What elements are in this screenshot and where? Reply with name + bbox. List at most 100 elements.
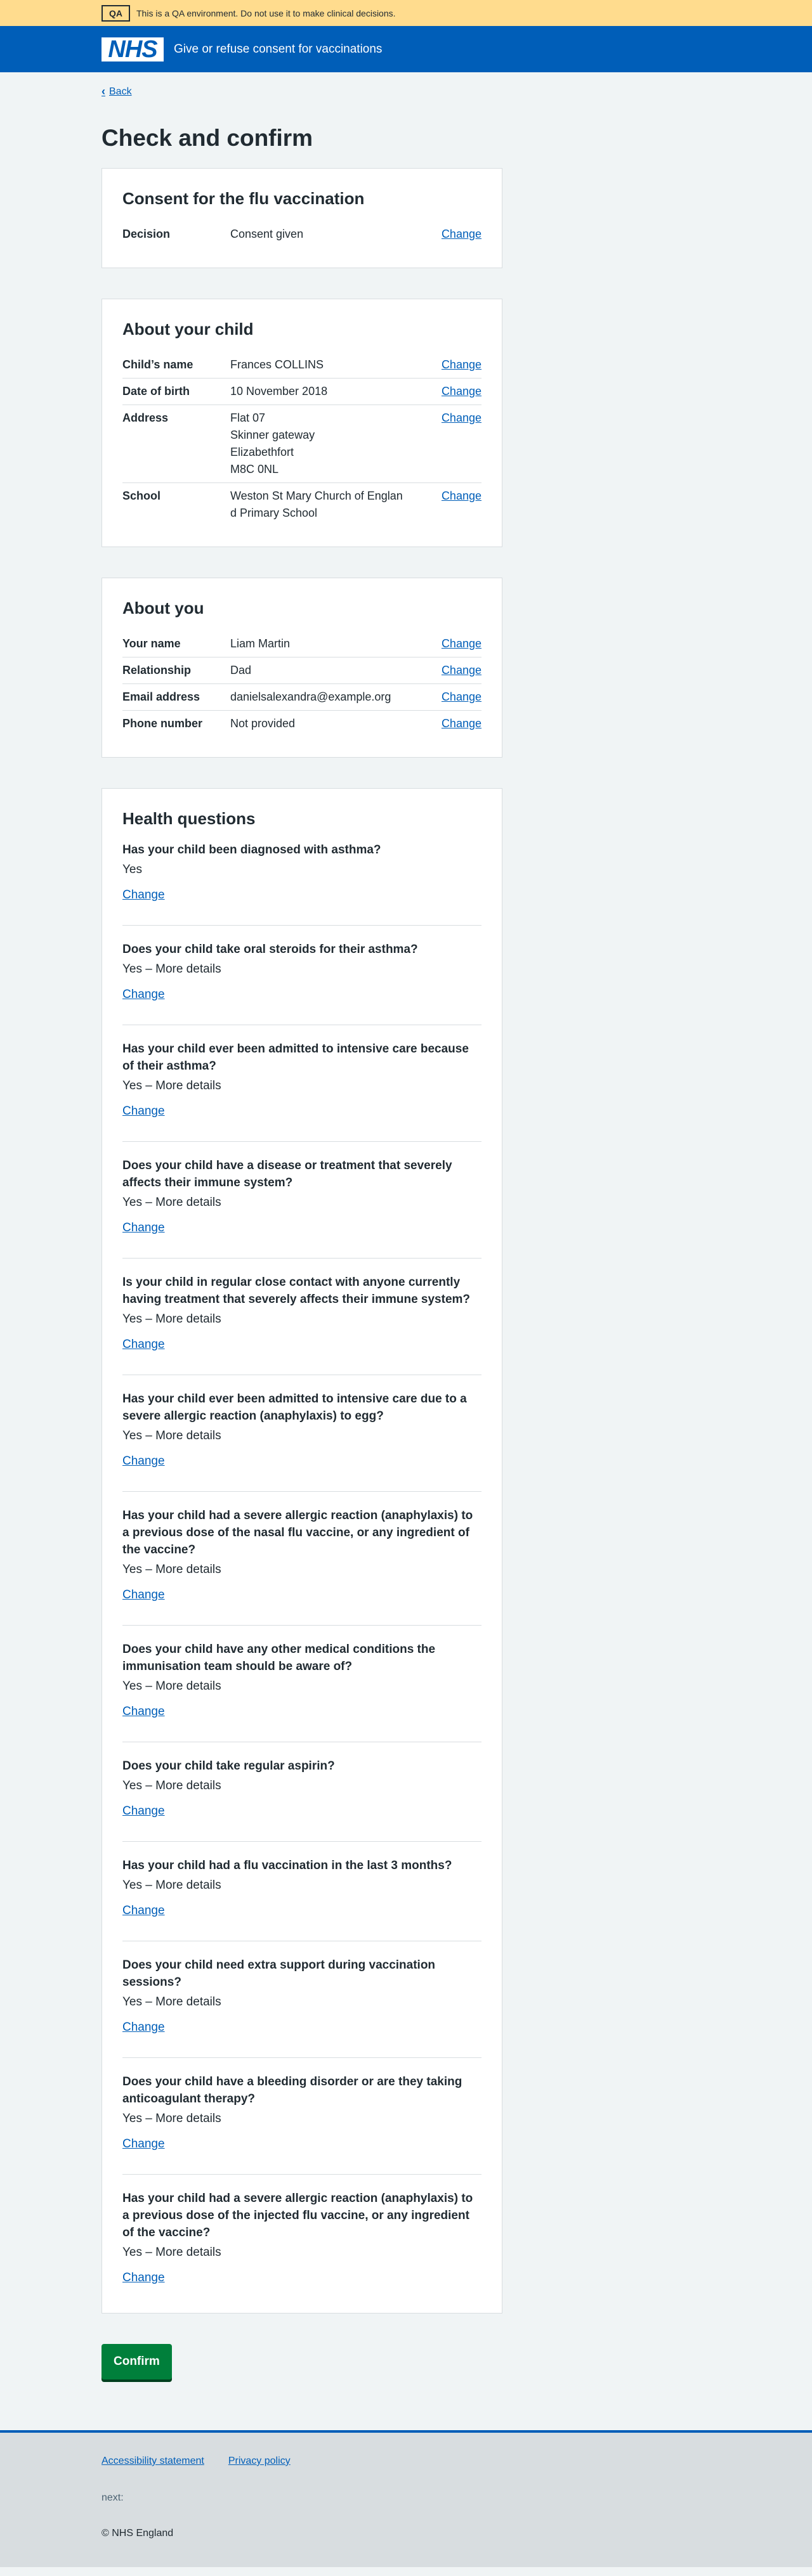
consent-card-title: Consent for the flu vaccination <box>122 189 365 208</box>
health-question-text: Does your child take oral steroids for t… <box>122 943 418 956</box>
health-question-answer: Yes – More details <box>122 1196 221 1209</box>
health-questions-card: Health questions Has your child been dia… <box>102 788 502 2314</box>
change-link[interactable]: Change <box>442 385 481 398</box>
summary-key: Email address <box>122 690 200 703</box>
summary-value: danielsalexandra@example.org <box>230 689 419 706</box>
health-question-answer: Yes – More details <box>122 1563 221 1576</box>
health-question-item: Is your child in regular close contact w… <box>122 1274 481 1375</box>
parent-summary-list: Your name Liam Martin Change Relationship Da… <box>122 631 481 737</box>
footer-copyright: © NHS England <box>102 2528 174 2539</box>
summary-action: Change <box>419 226 481 243</box>
change-link[interactable]: Change <box>442 717 481 730</box>
service-name[interactable]: Give or refuse consent for vaccinations <box>174 42 382 56</box>
health-question-text: Does your child have a bleeding disorder… <box>122 2075 462 2106</box>
privacy-policy-link[interactable]: Privacy policy <box>228 2456 291 2467</box>
nhs-logo[interactable]: NHS <box>102 37 164 61</box>
change-link[interactable]: Change <box>442 411 481 424</box>
health-question-item: Has your child had a flu vaccination in … <box>122 1857 481 1941</box>
summary-value-line: Not provided <box>230 717 296 730</box>
summary-key: Date of birth <box>122 385 190 398</box>
summary-action: Change <box>419 356 481 373</box>
change-link[interactable]: Change <box>122 988 165 1001</box>
change-link[interactable]: Change <box>122 888 165 902</box>
change-link[interactable]: Change <box>122 1804 165 1818</box>
change-link[interactable]: Change <box>442 228 481 240</box>
health-question-answer: Yes <box>122 863 142 876</box>
footer-next-text: next: <box>102 2492 124 2503</box>
summary-action: Change <box>419 635 481 652</box>
site-footer: Accessibility statement Privacy policy n… <box>0 2430 812 2567</box>
health-question-text: Does your child take regular aspirin? <box>122 1759 335 1773</box>
summary-action: Change <box>419 383 481 400</box>
change-link[interactable]: Change <box>122 1454 165 1468</box>
health-question-text: Does your child need extra support durin… <box>122 1958 436 1989</box>
summary-row: Date of birth 10 November 2018 Change <box>122 379 481 405</box>
health-question-answer: Yes – More details <box>122 2112 221 2125</box>
qa-banner-text: This is a QA environment. Do not use it … <box>136 8 396 18</box>
change-link[interactable]: Change <box>442 358 481 371</box>
health-question-text: Does your child have any other medical c… <box>122 1643 436 1673</box>
accessibility-statement-link[interactable]: Accessibility statement <box>102 2456 204 2467</box>
summary-row: Your name Liam Martin Change <box>122 631 481 657</box>
parent-card: About you Your name Liam Martin Change Rela… <box>102 578 502 758</box>
change-link[interactable]: Change <box>122 1705 165 1718</box>
summary-value-line: danielsalexandra@example.org <box>230 690 391 703</box>
health-question-item: Has your child been diagnosed with asthm… <box>122 841 481 926</box>
health-question-text: Has your child ever been admitted to int… <box>122 1392 467 1423</box>
summary-action: Change <box>419 689 481 706</box>
summary-value-line: Consent given <box>230 228 304 240</box>
summary-row: School Weston St Mary Church of England P… <box>122 483 481 526</box>
change-link[interactable]: Change <box>442 489 481 502</box>
qa-tag: QA <box>102 4 130 22</box>
change-link[interactable]: Change <box>442 690 481 703</box>
summary-value: 10 November 2018 <box>230 383 419 400</box>
nhs-logo-text: NHS <box>108 36 157 63</box>
health-question-answer: Yes – More details <box>122 1429 221 1442</box>
health-question-answer: Yes – More details <box>122 2246 221 2259</box>
summary-key: School <box>122 489 161 502</box>
change-link[interactable]: Change <box>122 2021 165 2034</box>
change-link[interactable]: Change <box>122 1338 165 1351</box>
consent-card: Consent for the flu vaccination Decision… <box>102 168 502 268</box>
change-link[interactable]: Change <box>122 1588 165 1602</box>
health-question-item: Does your child have any other medical c… <box>122 1641 481 1742</box>
health-question-text: Has your child ever been admitted to int… <box>122 1042 469 1073</box>
summary-row: Email address danielsalexandra@example.or… <box>122 684 481 711</box>
summary-value: Frances COLLINS <box>230 356 419 373</box>
summary-value: Flat 07 Skinner gateway Elizabethfort M8C 0… <box>230 410 419 478</box>
health-question-text: Has your child had a severe allergic rea… <box>122 1509 473 1557</box>
health-question-item: Has your child had a severe allergic rea… <box>122 2190 481 2293</box>
change-link[interactable]: Change <box>442 664 481 676</box>
health-question-item: Does your child take regular aspirin? Yes… <box>122 1757 481 1842</box>
page-title: Check and confirm <box>102 125 313 151</box>
change-link[interactable]: Change <box>122 1104 165 1118</box>
summary-row: Relationship Dad Change <box>122 657 481 684</box>
health-question-item: Does your child need extra support durin… <box>122 1957 481 2058</box>
health-question-answer: Yes – More details <box>122 1312 221 1326</box>
consent-summary-list: Decision Consent given Change <box>122 221 481 247</box>
summary-key: Phone number <box>122 717 203 730</box>
health-question-answer: Yes – More details <box>122 1779 221 1792</box>
parent-card-title: About you <box>122 599 204 618</box>
health-question-text: Has your child had a flu vaccination in … <box>122 1859 452 1872</box>
summary-action: Change <box>419 662 481 679</box>
change-link[interactable]: Change <box>122 2137 165 2151</box>
health-question-item: Does your child have a bleeding disorder… <box>122 2073 481 2175</box>
change-link[interactable]: Change <box>122 1904 165 1917</box>
health-question-item: Has your child ever been admitted to int… <box>122 1040 481 1142</box>
health-question-text: Is your child in regular close contact w… <box>122 1276 471 1306</box>
health-question-item: Has your child had a severe allergic rea… <box>122 1507 481 1626</box>
confirm-button[interactable]: Confirm <box>102 2344 172 2379</box>
change-link[interactable]: Change <box>442 637 481 650</box>
back-link[interactable]: ‹ Back <box>102 85 132 98</box>
summary-value: Liam Martin <box>230 635 419 652</box>
summary-value-line: 10 November 2018 <box>230 385 328 398</box>
health-question-answer: Yes – More details <box>122 1079 221 1092</box>
change-link[interactable]: Change <box>122 2271 165 2284</box>
summary-value-line: Liam Martin <box>230 637 291 650</box>
change-link[interactable]: Change <box>122 1221 165 1234</box>
health-questions-list: Has your child been diagnosed with asthm… <box>122 841 481 2293</box>
health-question-text: Does your child have a disease or treatm… <box>122 1159 452 1189</box>
health-question-answer: Yes – More details <box>122 1995 221 2009</box>
summary-key: Your name <box>122 637 181 650</box>
